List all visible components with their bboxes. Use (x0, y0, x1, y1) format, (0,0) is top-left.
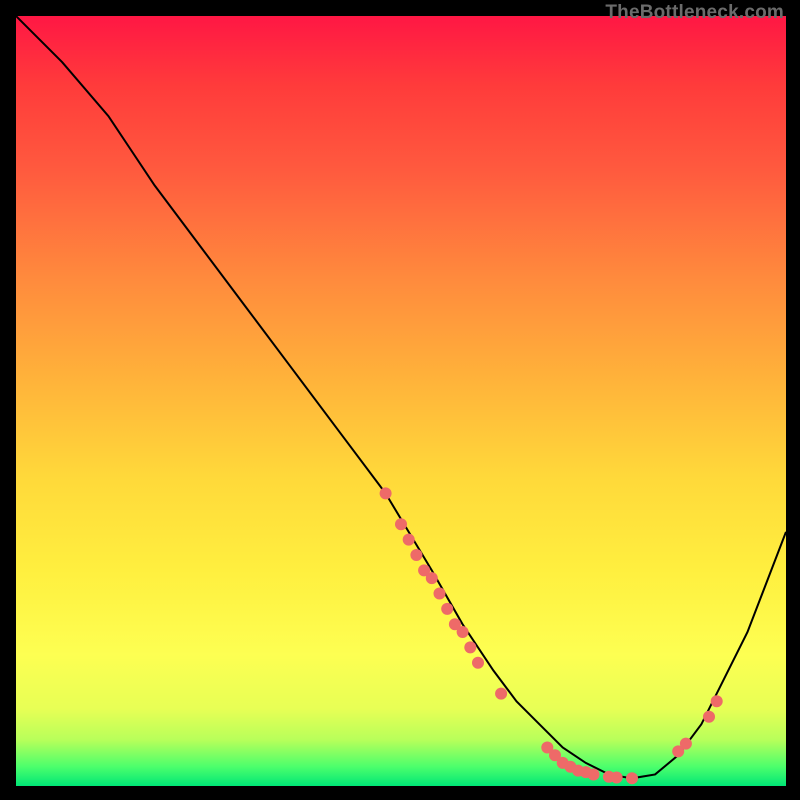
data-marker (495, 688, 507, 700)
data-marker (433, 587, 445, 599)
data-marker (457, 626, 469, 638)
data-marker (626, 772, 638, 784)
data-marker (464, 641, 476, 653)
data-marker (711, 695, 723, 707)
chart-svg (16, 16, 786, 786)
data-markers (380, 487, 723, 784)
data-marker (380, 487, 392, 499)
data-marker (611, 772, 623, 784)
data-marker (703, 711, 715, 723)
data-marker (587, 768, 599, 780)
chart-container: TheBottleneck.com (0, 0, 800, 800)
data-marker (472, 657, 484, 669)
bottleneck-curve (16, 16, 786, 778)
data-marker (395, 518, 407, 530)
data-marker (403, 534, 415, 546)
data-marker (426, 572, 438, 584)
data-marker (680, 738, 692, 750)
data-marker (441, 603, 453, 615)
data-marker (410, 549, 422, 561)
